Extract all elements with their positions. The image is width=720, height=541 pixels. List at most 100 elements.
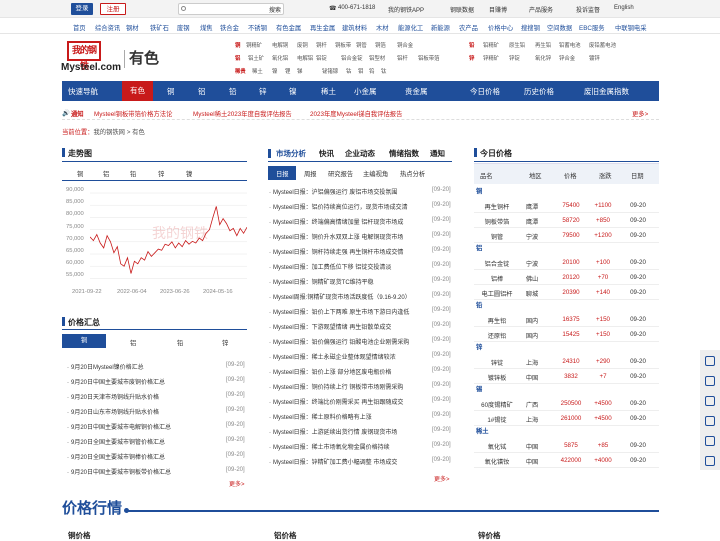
nav-item[interactable]: 搜搜钢 (521, 23, 540, 32)
tab-sub[interactable]: 研究报告 (328, 169, 353, 178)
news-item[interactable]: Mysteel日报：铜价持续上行 铜板带市场刚需采购 (269, 382, 419, 391)
breadcrumb-path[interactable]: 我的钢铁网 > 有色 (93, 129, 144, 136)
pricesum-item[interactable]: 9月20日全国主要城市铜管价格汇总 (67, 437, 165, 446)
tab-trend[interactable]: 铅 (130, 169, 136, 178)
tab-market[interactable]: 快讯 (319, 148, 334, 159)
tab-trend[interactable]: 铜 (77, 169, 83, 178)
nav-item[interactable]: 有色金属 (276, 23, 301, 32)
news-item[interactable]: Mysteel日报：稀土市场氧化物金属价格持续 (269, 442, 419, 451)
cat-link[interactable]: 铝合金锭 (341, 54, 363, 62)
nav-item[interactable]: 铁矿石 (150, 23, 169, 32)
cat-link[interactable]: 铜合金 (397, 41, 413, 49)
table-row[interactable]: 镀锌板 中国 3832 +7 09-20 (474, 369, 659, 384)
ai-icon[interactable] (705, 356, 715, 366)
cat-link[interactable]: 铜杆 (316, 41, 327, 49)
top-icon[interactable] (705, 456, 715, 466)
service-icon[interactable] (705, 416, 715, 426)
cat-link[interactable]: 锌精矿 (483, 54, 499, 62)
cat-link[interactable]: 锂 (285, 67, 290, 75)
notice-item[interactable]: Mysteel稀土2023年度自我评估报告 (193, 109, 292, 118)
quick-nav-item[interactable]: 贵金属 (405, 86, 428, 97)
tab-pricesum[interactable]: 锌 (222, 338, 228, 347)
table-row[interactable]: 铝合金锭 宁波 20100 +100 09-20 (474, 255, 659, 270)
table-row[interactable]: 还原铅 国内 15425 +150 09-20 (474, 327, 659, 342)
top-link-zhuan[interactable]: 目赚博 (489, 5, 507, 14)
top-link-data[interactable]: 钢联数据 (450, 5, 474, 14)
cat-link[interactable]: 铅蓄电池 (559, 41, 581, 49)
nav-item[interactable]: 木材 (376, 23, 389, 32)
tab-market[interactable]: 企业动态 (345, 148, 375, 159)
cat-link[interactable]: 锌合金 (559, 54, 575, 62)
nav-item[interactable]: 钢材 (126, 23, 139, 32)
pricesum-item[interactable]: 9月20日天津市场铜线升贴水价格 (67, 392, 159, 401)
news-item[interactable]: Mysteel周报:铜精矿现货市场活跃度低（9.16-9.20） (269, 292, 419, 301)
news-item[interactable]: Mysteel日报：稀土原料价格略有上涨 (269, 412, 419, 421)
table-row[interactable]: 60度锡精矿 广西 250500 +4500 09-20 (474, 396, 659, 411)
register-button[interactable]: 注册 (100, 3, 126, 15)
cat-link[interactable]: 钛 (381, 67, 386, 75)
nav-item[interactable]: 综合资讯 (95, 23, 120, 32)
nav-item[interactable]: 废钢 (177, 23, 190, 32)
table-row[interactable]: 再生铜杆 鹰潭 75400 +1100 09-20 (474, 198, 659, 213)
tab-trend[interactable]: 铝 (103, 169, 109, 178)
quick-nav-item[interactable]: 有色 (122, 81, 153, 101)
quick-nav-item[interactable]: 废旧金属指数 (584, 86, 629, 97)
cat-link[interactable]: 铜精矿 (246, 41, 262, 49)
doc-icon[interactable] (705, 376, 715, 386)
quick-nav-item[interactable]: 镍 (289, 86, 297, 97)
news-item[interactable]: Mysteel日报：上游延续出货行情 废钢现货市场 (269, 427, 419, 436)
search-input[interactable]: 搜索 (178, 3, 284, 15)
login-button[interactable]: 登录 (71, 3, 93, 15)
news-item[interactable]: Mysteel日报：终端偏高情绪加量 铝杆现货市场成 (269, 217, 419, 226)
chat-icon[interactable] (705, 396, 715, 406)
tab-sub[interactable]: 热点分析 (400, 169, 425, 178)
tab-sub[interactable]: 周报 (304, 169, 317, 178)
cat-link[interactable]: 再生铅 (535, 41, 551, 49)
cat-link[interactable]: 废铜 (297, 41, 308, 49)
nav-item[interactable]: 价格中心 (488, 23, 513, 32)
top-link-english[interactable]: English (614, 5, 634, 11)
cat-link[interactable]: 钨 (369, 67, 374, 75)
news-item[interactable]: Mysteel日报：铜精矿现货TC维持平稳 (269, 277, 419, 286)
nav-item[interactable]: 空间数据 (547, 23, 572, 32)
cat-link[interactable]: 锑 (297, 67, 302, 75)
top-link-complaint[interactable]: 投诉监督 (576, 5, 600, 14)
top-link-app[interactable]: 我的钢铁APP (388, 5, 424, 14)
tab-pricesum-active[interactable]: 铜 (62, 334, 106, 348)
site-logo[interactable]: 我的钢铁 Mysteel.com (61, 41, 121, 75)
news-item[interactable]: Mysteel日报：加工费低位下移 铝锭交投清淡 (269, 262, 419, 271)
news-item[interactable]: Mysteel日报：铅价上涨 部分地区废电瓶价格 (269, 367, 419, 376)
nav-item[interactable]: 煤焦 (200, 23, 213, 32)
cat-link[interactable]: 锌锭 (509, 54, 520, 62)
cat-link[interactable]: 铝杆 (397, 54, 408, 62)
cat-link[interactable]: 电解铝 (297, 54, 313, 62)
quick-nav-item[interactable]: 小金属 (354, 86, 377, 97)
quick-nav-item[interactable]: 铅 (229, 86, 237, 97)
quick-nav-item[interactable]: 稀土 (321, 86, 336, 97)
nav-item[interactable]: 新能源 (431, 23, 450, 32)
cat-link[interactable]: 铜 (235, 41, 240, 49)
cat-link[interactable]: 锌 (469, 54, 474, 62)
cat-link[interactable]: 铜管 (356, 41, 367, 49)
quick-nav-item[interactable]: 历史价格 (524, 86, 554, 97)
quick-nav-item[interactable]: 锌 (259, 86, 267, 97)
pricesum-more-link[interactable]: 更多> (229, 479, 245, 488)
tab-market[interactable]: 情绪指数 (389, 148, 419, 159)
cat-link[interactable]: 镀锌 (589, 54, 600, 62)
cat-link[interactable]: 铅精矿 (483, 41, 499, 49)
qrcode-icon[interactable] (705, 436, 715, 446)
cat-link[interactable]: 铝锭 (316, 54, 327, 62)
pricesum-item[interactable]: 9月20日全国主要城市铜棒价格汇总 (67, 452, 165, 461)
news-item[interactable]: Mysteel日报：下游观望情绪 再生铅散单成交 (269, 322, 419, 331)
tab-market[interactable]: 市场分析 (276, 148, 306, 159)
tab-sub[interactable]: 主编视角 (363, 169, 388, 178)
tab-trend[interactable]: 镍 (186, 169, 192, 178)
table-row[interactable]: 再生铅 国内 16375 +150 09-20 (474, 312, 659, 327)
notice-item[interactable]: 2023年度Mysteel锑自我评估报告 (310, 109, 402, 118)
search-label[interactable]: 搜索 (269, 5, 281, 14)
news-item[interactable]: Mysteel日报：铅价偏强运行 铅酸电池企业刚需采购 (269, 337, 419, 346)
pricesum-item[interactable]: 9月20日山东市场铜线升贴水价格 (67, 407, 159, 416)
news-item[interactable]: Mysteel日报：稀土永磁企业整体观望情绪较浓 (269, 352, 419, 361)
nav-item[interactable]: 不锈钢 (248, 23, 267, 32)
news-item[interactable]: Mysteel日报：铅价上下两难 原生市场下游日内逢低 (269, 307, 419, 316)
